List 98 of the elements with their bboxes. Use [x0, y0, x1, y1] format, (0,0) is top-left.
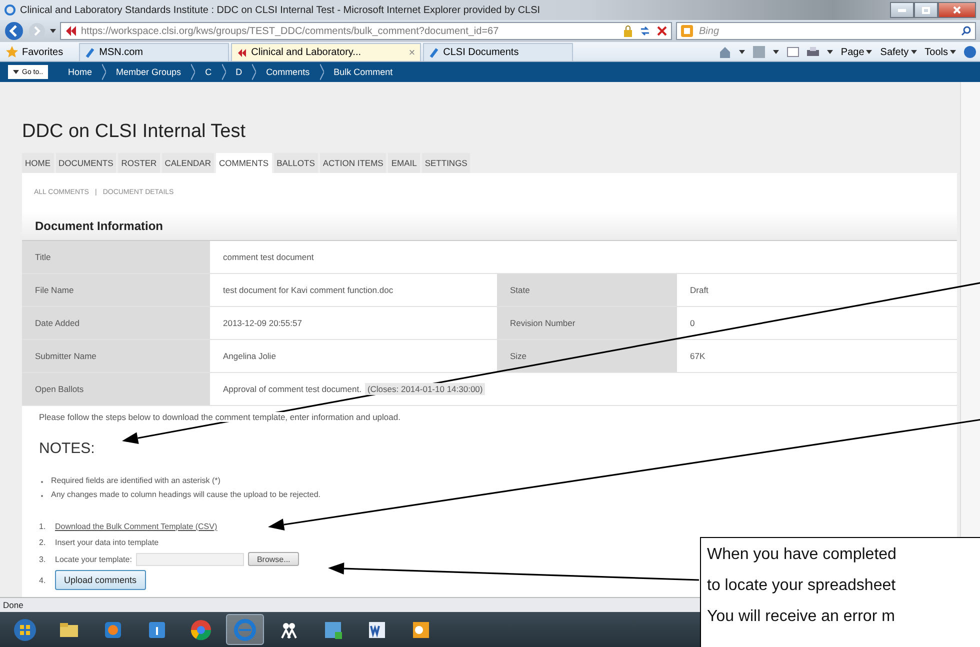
breadcrumb-separator-icon — [102, 64, 106, 80]
help-icon[interactable] — [964, 46, 976, 58]
field-value: Draft — [689, 284, 710, 297]
caret-icon — [13, 70, 19, 74]
breadcrumb-link[interactable]: Bulk Comment — [334, 67, 393, 77]
field-label: Date Added — [22, 307, 210, 339]
step-number: 3. — [39, 554, 47, 564]
refresh-icon[interactable] — [639, 25, 651, 37]
browser-icon — [4, 4, 16, 16]
minimize-button[interactable] — [890, 2, 914, 18]
minimize-icon — [898, 8, 906, 12]
closing-date: (Closes: 2014-01-10 14:30:00) — [365, 383, 485, 395]
browser-tab[interactable]: MSN.com — [79, 43, 230, 61]
browser-icon — [233, 618, 257, 642]
print-icon[interactable] — [806, 46, 819, 58]
page-icon — [237, 48, 248, 58]
field-label: File Name — [22, 274, 210, 306]
site-icon — [65, 25, 77, 37]
field-label: Revision Number — [497, 307, 677, 339]
search-icon[interactable] — [961, 26, 971, 36]
start-icon — [13, 618, 37, 642]
favorites-button[interactable]: Favorites — [4, 43, 78, 61]
note-text: Any changes made to column headings will cause the upload to be rejected. — [51, 490, 321, 499]
page-tab[interactable]: COMMENTS — [216, 153, 272, 173]
browse-button[interactable]: Browse... — [248, 552, 300, 566]
field-label: Title — [22, 241, 210, 273]
step-number: 1. — [39, 522, 47, 530]
page-tab[interactable]: HOME — [22, 153, 54, 173]
breadcrumb-separator-icon — [320, 64, 324, 80]
page-icon — [429, 48, 440, 58]
chrome-icon — [189, 618, 213, 642]
step-text: Insert your data into template — [55, 538, 159, 546]
breadcrumb-link[interactable]: Member Groups — [116, 67, 182, 77]
close-icon — [953, 6, 961, 14]
step-text: Locate your template: — [55, 554, 132, 564]
command-menu[interactable]: Safety — [880, 46, 917, 58]
page-tab[interactable]: CALENDAR — [162, 153, 214, 173]
step-number: 4. — [39, 576, 47, 584]
upload-button[interactable]: Upload comments — [55, 570, 146, 590]
breadcrumb-link[interactable]: D — [236, 67, 242, 77]
step-number: 2. — [39, 538, 47, 546]
field-label: Submitter Name — [22, 340, 210, 372]
caret-icon — [950, 50, 956, 54]
field-value: 67K — [689, 350, 706, 363]
url-field[interactable]: https://workspace.clsi.org/kws/groups/TEST_DDC/comments/bulk_comment?document_id=67 — [60, 22, 672, 40]
close-button[interactable] — [938, 2, 976, 18]
caret-icon — [910, 50, 917, 54]
callout-text: You will receive an error m — [707, 607, 896, 627]
field-value: Angelina Jolie — [222, 350, 277, 363]
caret-icon — [826, 50, 833, 54]
maximize-icon — [922, 6, 930, 14]
breadcrumb-link[interactable]: C — [205, 67, 212, 77]
star-icon — [6, 46, 18, 58]
command-menu[interactable]: Tools — [924, 46, 956, 58]
breadcrumb-separator-icon — [252, 64, 256, 80]
notes-heading: NOTES: — [39, 440, 96, 457]
caret-icon — [866, 50, 872, 54]
maximize-button[interactable] — [914, 2, 938, 18]
field-value: Approval of comment test document. (Closes: 2014-01-10 14:30:00) — [222, 382, 486, 397]
field-value: test document for Kavi comment function.doc — [222, 284, 394, 297]
caret-icon — [738, 50, 745, 54]
breadcrumb-separator-icon — [191, 64, 196, 80]
browser-tab[interactable]: Clinical and Laboratory... × — [231, 43, 422, 61]
page-tab[interactable]: SETTINGS — [422, 153, 470, 173]
caret-icon — [50, 29, 56, 33]
field-value: 0 — [689, 317, 696, 330]
home-icon[interactable] — [718, 46, 731, 58]
command-menu[interactable]: Page — [840, 46, 872, 58]
search-box[interactable]: Bing — [676, 22, 976, 40]
page-tab[interactable]: ROSTER — [118, 153, 160, 173]
field-value: comment test document — [222, 251, 315, 264]
file-path-field[interactable] — [136, 552, 244, 566]
field-label: Size — [497, 340, 677, 372]
callout-text: to locate your spreadsheet — [707, 576, 897, 596]
breadcrumb-link[interactable]: Home — [68, 67, 92, 77]
instructions-text: Please follow the steps below to download the comment template, enter information and upload. — [39, 412, 400, 422]
stop-icon[interactable] — [657, 26, 667, 36]
breadcrumb-link[interactable]: Comments — [266, 67, 310, 77]
search-engine-icon — [681, 25, 693, 37]
page-tab[interactable]: EMAIL — [388, 153, 420, 173]
page-heading: DDC on CLSI Internal Test — [22, 121, 247, 143]
lock-icon — [623, 25, 633, 37]
page-tab[interactable]: BALLOTS — [274, 153, 318, 173]
callout-text: When you have completed — [707, 545, 898, 565]
breadcrumb-separator-icon — [222, 64, 226, 80]
field-label: State — [497, 274, 677, 306]
page-icon — [85, 48, 96, 58]
status-text: Done — [3, 600, 24, 610]
field-value: 2013-12-09 20:55:57 — [222, 317, 303, 330]
field-label: Open Ballots — [22, 373, 210, 405]
page-tab[interactable]: DOCUMENTS — [56, 153, 116, 173]
download-link[interactable]: Download the Bulk Comment Template (CSV) — [55, 522, 218, 530]
browser-tab[interactable]: CLSI Documents — [423, 43, 574, 61]
caret-icon — [772, 50, 779, 54]
note-text: Required fields are identified with an asterisk (*) — [51, 476, 220, 485]
window-title: Clinical and Laboratory Standards Institute : DDC on CLSI Internal Test - Microsoft Internet Explorer provided by CLSI — [20, 4, 540, 16]
page-tab[interactable]: ACTION ITEMS — [320, 153, 386, 173]
back-icon[interactable] — [4, 21, 24, 41]
